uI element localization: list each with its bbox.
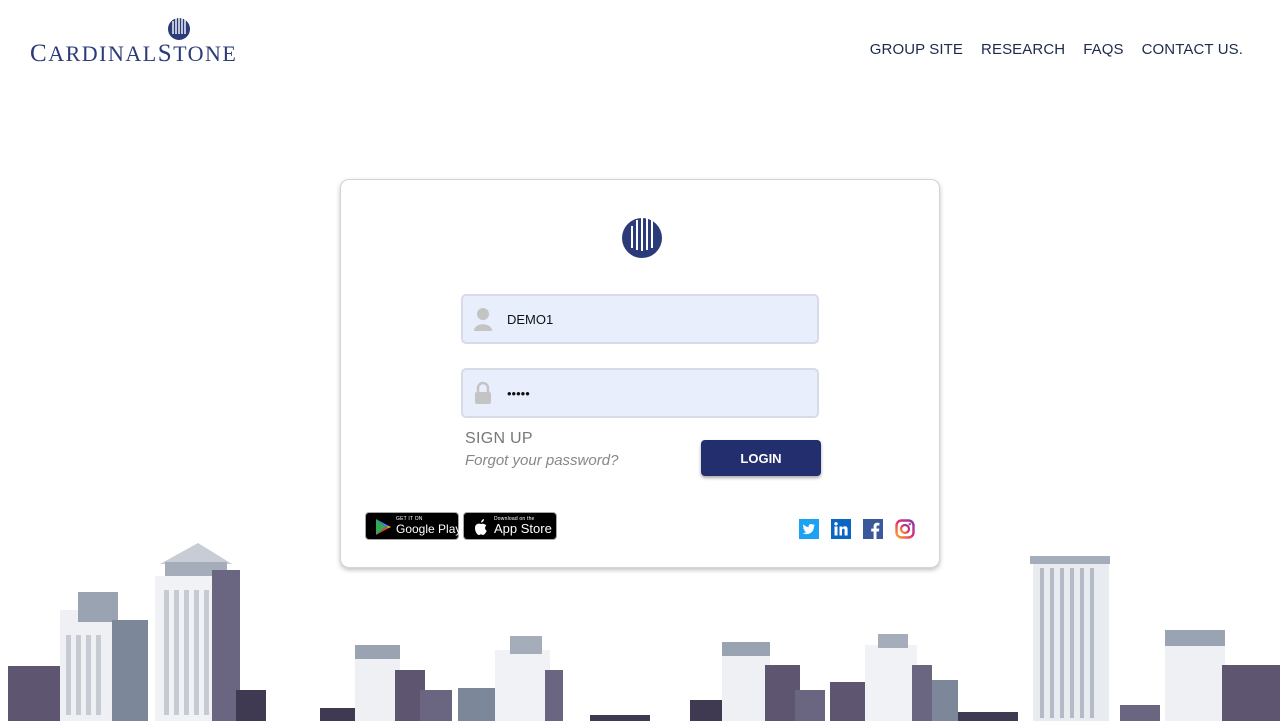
cardinalstone-mark-icon: [622, 210, 662, 258]
forgot-password-link[interactable]: Forgot your password?: [465, 452, 618, 469]
google-play-icon: [376, 519, 391, 535]
password-input[interactable]: [507, 370, 807, 416]
lock-icon: [475, 381, 491, 404]
google-play-label: Google Play: [396, 522, 462, 536]
nav-faqs[interactable]: FAQS: [1083, 41, 1123, 58]
username-field-wrapper: [461, 294, 819, 344]
password-field-wrapper: [461, 368, 819, 418]
twitter-icon[interactable]: [799, 519, 819, 539]
nav-research[interactable]: RESEARCH: [981, 41, 1065, 58]
nav-contact-us[interactable]: CONTACT US.: [1142, 41, 1243, 58]
login-button[interactable]: LOGIN: [701, 440, 821, 476]
app-store-label: App Store: [494, 521, 552, 536]
nav-group-site[interactable]: GROUP SITE: [870, 41, 963, 58]
signup-link[interactable]: SIGN UP: [465, 430, 533, 448]
user-icon: [474, 308, 492, 331]
app-store-badge[interactable]: Download on the App Store: [463, 512, 557, 540]
apple-icon: [475, 519, 487, 535]
facebook-icon[interactable]: [863, 519, 883, 539]
top-nav: GROUP SITE RESEARCH FAQS CONTACT US.: [870, 41, 1243, 58]
instagram-icon[interactable]: [895, 519, 915, 539]
login-card: SIGN UP Forgot your password? LOGIN GET …: [340, 179, 940, 568]
brand-logo[interactable]: CARDINALSTONE: [30, 12, 236, 67]
brand-name: CARDINALSTONE: [30, 40, 238, 67]
google-play-badge[interactable]: GET IT ON Google Play: [365, 512, 462, 540]
linkedin-icon[interactable]: [831, 519, 851, 539]
username-input[interactable]: [507, 296, 807, 342]
cardinalstone-mark-icon: [168, 14, 190, 40]
